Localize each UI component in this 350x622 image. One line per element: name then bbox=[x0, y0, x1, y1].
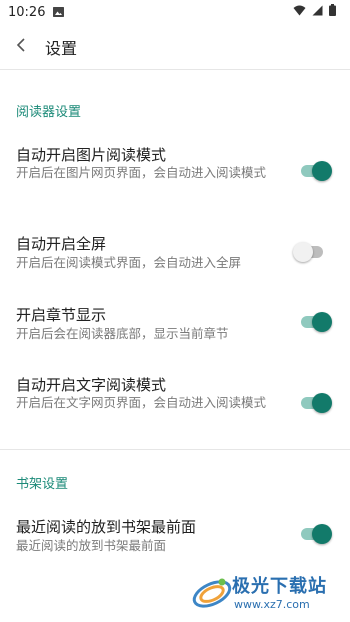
setting-subtitle: 开启后在文字网页界面，会自动进入阅读模式 bbox=[16, 395, 267, 410]
image-reading-mode-switch[interactable] bbox=[299, 159, 333, 183]
setting-title: 自动开启文字阅读模式 bbox=[16, 376, 167, 394]
watermark: 极光下载站 www.xz7.com bbox=[190, 566, 350, 622]
switch-thumb bbox=[312, 524, 332, 544]
section-divider bbox=[0, 449, 350, 450]
switch-thumb bbox=[293, 242, 313, 262]
setting-row-recent-to-front[interactable]: 最近阅读的放到书架最前面 最近阅读的放到书架最前面 bbox=[0, 505, 350, 565]
setting-row-image-reading-mode[interactable]: 自动开启图片阅读模式 开启后在图片网页界面，会自动进入阅读模式 bbox=[0, 135, 350, 210]
watermark-text: 极光下载站 bbox=[232, 576, 327, 597]
setting-title: 开启章节显示 bbox=[16, 306, 107, 324]
app-bar: 设置 bbox=[0, 24, 350, 70]
switch-thumb bbox=[312, 393, 332, 413]
setting-title: 自动开启全屏 bbox=[16, 235, 107, 253]
status-time: 10:26 bbox=[8, 4, 46, 20]
signal-icon bbox=[312, 5, 323, 20]
setting-row-chapter-display[interactable]: 开启章节显示 开启后会在阅读器底部，显示当前章节 bbox=[0, 292, 350, 352]
chapter-display-switch[interactable] bbox=[299, 310, 333, 334]
status-bar: 10:26 bbox=[0, 0, 350, 24]
section-header-bookshelf: 书架设置 bbox=[16, 477, 69, 492]
setting-title: 最近阅读的放到书架最前面 bbox=[16, 518, 197, 536]
watermark-url: www.xz7.com bbox=[234, 598, 310, 611]
setting-subtitle: 最近阅读的放到书架最前面 bbox=[16, 538, 167, 553]
back-button[interactable] bbox=[2, 24, 42, 70]
setting-subtitle: 开启后在图片网页界面，会自动进入阅读模式 bbox=[16, 165, 267, 180]
chevron-left-icon bbox=[16, 37, 28, 57]
setting-subtitle: 开启后在阅读模式界面，会自动进入全屏 bbox=[16, 255, 242, 270]
section-header-reader: 阅读器设置 bbox=[16, 105, 82, 120]
switch-thumb bbox=[312, 312, 332, 332]
image-icon bbox=[53, 7, 65, 17]
text-reading-mode-switch[interactable] bbox=[299, 391, 333, 415]
recent-to-front-switch[interactable] bbox=[299, 522, 333, 546]
setting-row-text-reading-mode[interactable]: 自动开启文字阅读模式 开启后在文字网页界面，会自动进入阅读模式 bbox=[0, 365, 350, 440]
setting-title: 自动开启图片阅读模式 bbox=[16, 146, 167, 164]
switch-thumb bbox=[312, 161, 332, 181]
wifi-icon bbox=[293, 5, 306, 20]
battery-icon bbox=[329, 4, 336, 20]
page-title: 设置 bbox=[45, 38, 78, 58]
auto-fullscreen-switch[interactable] bbox=[293, 240, 327, 264]
setting-row-auto-fullscreen[interactable]: 自动开启全屏 开启后在阅读模式界面，会自动进入全屏 bbox=[0, 221, 350, 281]
setting-subtitle: 开启后会在阅读器底部，显示当前章节 bbox=[16, 326, 229, 341]
